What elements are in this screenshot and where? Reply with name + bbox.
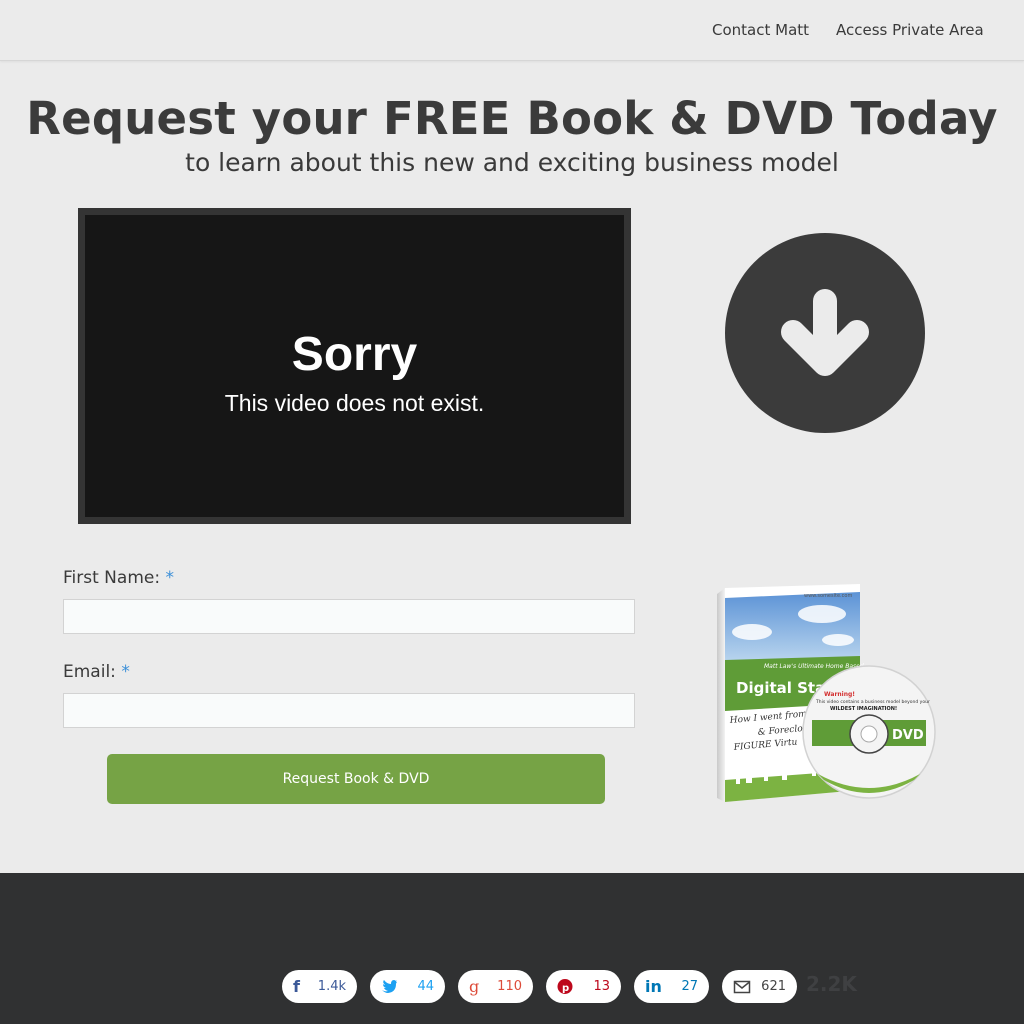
video-player[interactable]: Sorry This video does not exist. xyxy=(78,208,631,524)
page-title: Request your FREE Book & DVD Today xyxy=(26,92,998,145)
share-count: 110 xyxy=(497,979,522,994)
video-error-title: Sorry xyxy=(291,328,418,381)
nav-access-private-area[interactable]: Access Private Area xyxy=(836,21,984,39)
video-error-message: This video does not exist. xyxy=(224,390,485,416)
facebook-icon: f xyxy=(293,977,300,996)
share-count: 1.4k xyxy=(317,979,346,994)
page-subtitle: to learn about this new and exciting bus… xyxy=(185,148,839,177)
share-count: 13 xyxy=(593,979,610,994)
top-navigation: Contact Matt Access Private Area xyxy=(0,0,1024,61)
first-name-label: First Name: * xyxy=(63,568,174,588)
google-plus-icon: g xyxy=(469,977,480,996)
pinterest-icon: p xyxy=(557,970,573,1003)
svg-text:p: p xyxy=(562,983,569,994)
share-pinterest-button[interactable]: p 13 xyxy=(546,970,621,1003)
share-linkedin-button[interactable]: in 27 xyxy=(634,970,709,1003)
disc-label: DVD xyxy=(892,728,924,743)
disc-warning-title: Warning! xyxy=(824,691,855,698)
share-count: 27 xyxy=(681,979,698,994)
nav-contact-matt[interactable]: Contact Matt xyxy=(712,21,809,39)
share-email-button[interactable]: 621 xyxy=(722,970,797,1003)
disc-warning-emphasis: WILDEST IMAGINATION! xyxy=(830,706,897,712)
twitter-icon xyxy=(381,970,397,1003)
share-twitter-button[interactable]: 44 xyxy=(370,970,445,1003)
mail-icon xyxy=(733,970,751,1003)
share-total-count: 2.2K xyxy=(806,972,857,996)
arrow-down-icon xyxy=(725,233,925,433)
share-count: 44 xyxy=(417,979,434,994)
disc-warning-text: This video contains a business model bey… xyxy=(815,699,930,705)
email-label: Email: * xyxy=(63,662,130,682)
required-marker: * xyxy=(121,662,130,682)
first-name-input[interactable] xyxy=(63,599,635,634)
required-marker: * xyxy=(165,568,174,588)
book-dvd-product-image: www.somesite.com Matt Law's Ultimate Hom… xyxy=(712,580,942,808)
linkedin-icon: in xyxy=(645,977,662,996)
product-url: www.somesite.com xyxy=(804,593,852,599)
request-book-dvd-button[interactable]: Request Book & DVD xyxy=(107,754,605,804)
share-google-plus-button[interactable]: g 110 xyxy=(458,970,533,1003)
email-input[interactable] xyxy=(63,693,635,728)
share-facebook-button[interactable]: f 1.4k xyxy=(282,970,357,1003)
share-count: 621 xyxy=(761,979,786,994)
